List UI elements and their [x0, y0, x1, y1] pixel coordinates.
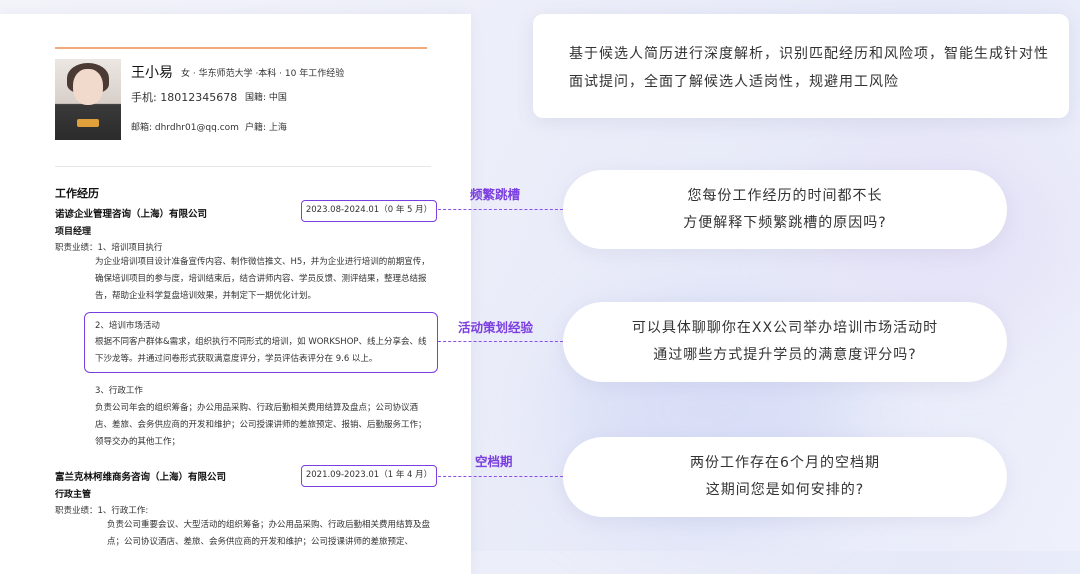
connector-line	[438, 476, 563, 477]
job-date-highlight: 2021.09-2023.01（1 年 4 月）	[301, 465, 437, 487]
question-line: 这期间您是如何安排的?	[705, 482, 865, 498]
job-company: 诺谚企业管理咨询（上海）有限公司	[55, 209, 208, 220]
hukou: 户籍: 上海	[245, 123, 287, 133]
divider	[55, 166, 431, 167]
interview-question-card: 可以具体聊聊你在XX公司举办培训市场活动时 通过哪些方式提升学员的满意度评分吗?	[563, 302, 1007, 382]
job-duty-title: 3、行政工作	[95, 386, 143, 396]
job-date-highlight: 2023.08-2024.01（0 年 5 月）	[301, 200, 437, 222]
job-duty-text: 负责公司重要会议、大型活动的组织筹备；办公用品采购、行政后勤相关费用结算及盘点；…	[107, 520, 431, 547]
question-line: 您每份工作经历的时间都不长	[687, 187, 883, 204]
job-role: 项目经理	[55, 227, 92, 237]
nationality: 国籍: 中国	[245, 93, 287, 103]
question-line: 通过哪些方式提升学员的满意度评分吗?	[653, 347, 917, 363]
section-title: 工作经历	[55, 187, 99, 200]
question-line: 两份工作存在6个月的空档期	[690, 455, 880, 471]
risk-tag-employment-gap: 空档期	[475, 454, 513, 469]
job-duties-label: 职责业绩：1、培训项目执行	[55, 243, 163, 253]
connector-line	[438, 209, 563, 210]
job-duty-text: 根据不同客户群体&需求，组织执行不同形式的培训，如 WORKSHOP、线上分享会…	[95, 337, 427, 364]
interview-question-card: 您每份工作经历的时间都不长 方便解释下频繁跳槽的原因吗?	[563, 170, 1007, 249]
connector-line	[438, 341, 563, 342]
header-accent-line	[55, 47, 427, 49]
job-duty-title: 2、培训市场活动	[95, 321, 160, 331]
phone: 手机: 18012345678	[131, 91, 238, 104]
job-duties-label: 职责业绩：1、行政工作:	[55, 506, 149, 516]
email: 邮箱: dhrdhr01@qq.com	[131, 123, 239, 133]
intro-text: 基于候选人简历进行深度解析，识别匹配经历和风险项，智能生成针对性面试提问，全面了…	[569, 46, 1049, 90]
question-line: 可以具体聊聊你在XX公司举办培训市场活动时	[631, 320, 939, 336]
job-role: 行政主管	[55, 490, 92, 500]
intro-card: 基于候选人简历进行深度解析，识别匹配经历和风险项，智能生成针对性面试提问，全面了…	[533, 14, 1069, 118]
interview-question-card: 两份工作存在6个月的空档期 这期间您是如何安排的?	[563, 437, 1007, 517]
candidate-name: 王小易	[131, 65, 173, 81]
avatar-photo	[55, 59, 121, 140]
risk-tag-frequent-job-change: 频繁跳槽	[470, 187, 521, 202]
question-line: 方便解释下频繁跳槽的原因吗?	[683, 214, 887, 231]
candidate-meta: 女 · 华东师范大学 ·本科 · 10 年工作经验	[181, 69, 345, 79]
job-company: 富兰克林柯维商务咨询（上海）有限公司	[55, 472, 227, 483]
match-tag-activity-experience: 活动策划经验	[458, 320, 534, 335]
job-duty-text: 负责公司年会的组织筹备；办公用品采购、行政后勤相关费用结算及盘点；公司协议酒店、…	[95, 403, 427, 447]
job-duty-text: 为企业培训项目设计准备宣传内容、制作微信推文、H5，并为企业进行培训的前期宣传，…	[95, 257, 430, 301]
resume-document: 王小易 女 · 华东师范大学 ·本科 · 10 年工作经验 手机: 180123…	[0, 14, 471, 574]
